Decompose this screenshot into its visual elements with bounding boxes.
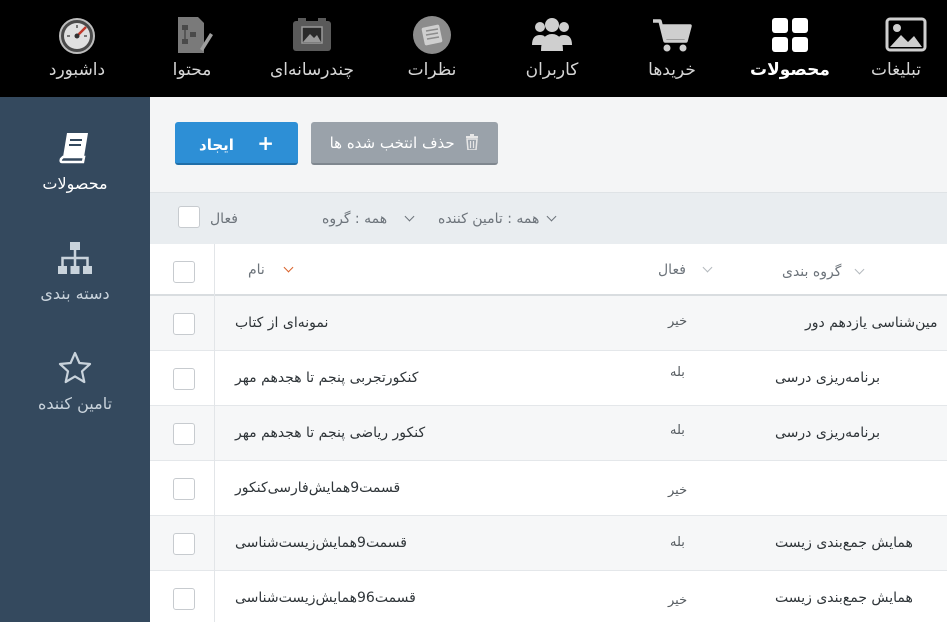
nav-item-dashboard[interactable]: داشبورد [22,0,132,97]
sidebar-label: تامین کننده [37,394,113,413]
chevron-down-icon [854,264,865,275]
table-row[interactable]: قسمت9همایش‌زیست‌شناسی بله همایش جمع‌بندی… [150,516,947,571]
group-filter-dropdown[interactable]: همه : گروه [322,193,414,245]
sidebar-item-products[interactable]: محصولات [0,130,150,193]
row-name[interactable]: کنکورتجربی پنجم تا هجدهم مهر [235,351,418,406]
nav-item-products[interactable]: محصولات [735,0,845,97]
row-active: خیر [668,483,688,498]
table-row[interactable]: کنکورتجربی پنجم تا هجدهم مهر بله برنامه‌… [150,351,947,406]
top-navigation: تبلیغات محصولات خریدها کاربران نظرات چند… [0,0,947,97]
table-row[interactable]: نمونه‌ای از کتاب خیر مین‌شناسی یازدهم دو… [150,296,947,351]
cart-icon [653,19,692,52]
nav-item-ads[interactable]: تبلیغات [851,0,947,97]
comment-icon [413,16,451,54]
row-checkbox[interactable] [173,478,195,500]
chevron-down-icon [702,262,713,273]
row-name[interactable]: قسمت96همایش‌زیست‌شناسی [235,571,416,622]
star-icon [58,351,92,384]
nav-item-comments[interactable]: نظرات [377,0,487,97]
select-all-checkbox[interactable] [173,261,195,283]
image-icon [885,17,927,52]
nav-label: نظرات [407,60,457,80]
category-column-header[interactable]: گروه بندی [782,246,865,298]
nav-item-media[interactable]: چندرسانه‌ای [257,0,367,97]
name-column-label: نام [248,262,265,278]
media-icon [293,18,331,51]
group-filter-label: همه : گروه [322,211,388,227]
active-filter-label: فعال [210,211,238,227]
book-icon [59,133,88,164]
sort-arrow-icon [283,262,294,273]
plus-icon: + [257,131,274,155]
column-divider [214,296,215,351]
sitemap-icon [58,242,92,274]
table-header: نام فعال گروه بندی [150,244,947,296]
row-active: بله [670,423,685,438]
main-content: ایجاد + حذف انتخب شده ها فعال همه : گروه… [150,97,947,622]
nav-label: داشبورد [48,60,106,80]
table-row[interactable]: قسمت96همایش‌زیست‌شناسی خیر همایش جمع‌بند… [150,571,947,622]
row-category: همایش جمع‌بندی زیست [775,535,913,551]
active-column-header[interactable]: فعال [658,244,713,296]
row-category: برنامه‌ریزی درسی [775,425,880,441]
supplier-filter-dropdown[interactable]: همه : تامین کننده [438,193,557,245]
nav-label: خریدها [648,60,696,80]
row-checkbox[interactable] [173,588,195,610]
column-divider [214,406,215,461]
delete-selected-label: حذف انتخب شده ها [329,134,455,152]
sidebar-item-suppliers[interactable]: تامین کننده [0,350,150,413]
row-category: برنامه‌ریزی درسی [775,370,880,386]
chevron-down-icon [404,211,414,222]
column-divider [214,571,215,622]
row-active: بله [670,535,685,550]
column-divider [214,351,215,406]
row-active: خیر [668,314,688,329]
row-active: خیر [668,593,688,608]
nav-item-purchases[interactable]: خریدها [617,0,727,97]
users-icon [532,18,572,51]
row-category: مین‌شناسی یازدهم دور [805,315,938,331]
column-divider [214,244,215,296]
row-category: همایش جمع‌بندی زیست [775,590,913,606]
create-button[interactable]: ایجاد + [175,122,298,165]
nav-label: چندرسانه‌ای [269,60,355,80]
delete-selected-button[interactable]: حذف انتخب شده ها [311,122,498,165]
sidebar: محصولات دسته بندی تامین کننده [0,97,150,622]
nav-item-users[interactable]: کاربران [497,0,607,97]
row-checkbox[interactable] [173,423,195,445]
active-column-label: فعال [658,262,686,278]
trash-icon [466,134,479,151]
row-checkbox[interactable] [173,533,195,555]
grid-icon [772,18,808,52]
chevron-down-icon [546,211,557,222]
sidebar-label: دسته بندی [40,284,110,303]
column-divider [214,516,215,571]
create-label: ایجاد [199,136,234,154]
gauge-icon [59,18,95,54]
nav-label: محصولات [750,60,830,80]
name-column-header[interactable]: نام [248,244,294,296]
table-row[interactable]: قسمت9همایش‌فارسی‌کنکور خیر [150,461,947,516]
row-name[interactable]: نمونه‌ای از کتاب [235,296,328,351]
filter-bar: فعال همه : گروه همه : تامین کننده [150,192,947,244]
nav-label: تبلیغات [870,60,921,80]
category-column-label: گروه بندی [782,264,842,280]
nav-label: کاربران [525,60,579,80]
supplier-filter-label: همه : تامین کننده [438,211,540,227]
active-filter-checkbox[interactable] [178,206,200,228]
table-row[interactable]: کنکور ریاضی پنجم تا هجدهم مهر بله برنامه… [150,406,947,461]
nav-item-content[interactable]: محتوا [137,0,247,97]
row-checkbox[interactable] [173,368,195,390]
row-active: بله [670,365,685,380]
row-name[interactable]: کنکور ریاضی پنجم تا هجدهم مهر [235,406,425,461]
toolbar: ایجاد + حذف انتخب شده ها [150,97,947,192]
row-name[interactable]: قسمت9همایش‌زیست‌شناسی [235,516,407,571]
nav-label: محتوا [172,60,212,80]
row-name[interactable]: قسمت9همایش‌فارسی‌کنکور [235,461,400,516]
column-divider [214,461,215,516]
row-checkbox[interactable] [173,313,195,335]
sidebar-item-categories[interactable]: دسته بندی [0,240,150,303]
content-icon [178,17,213,53]
sidebar-label: محصولات [42,174,108,193]
